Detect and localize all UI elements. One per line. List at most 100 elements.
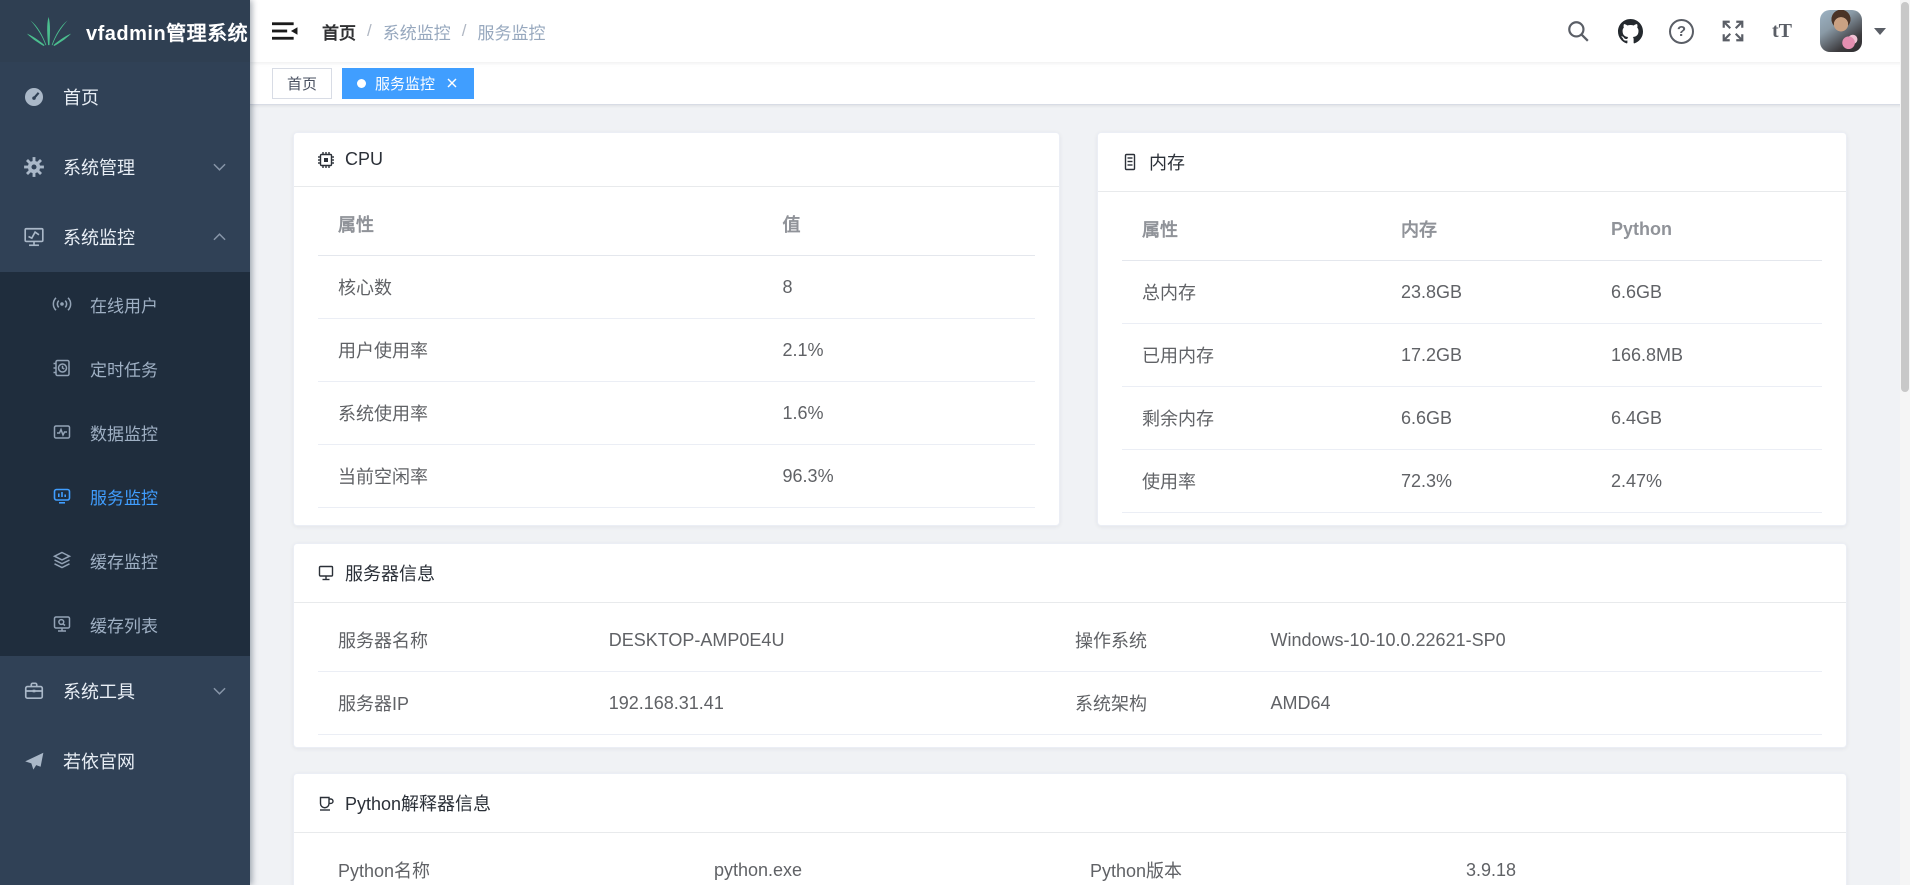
sidebar-item-label: 系统工具 bbox=[63, 678, 135, 704]
navbar-right-tools: ? tT bbox=[1539, 10, 1886, 52]
scrollbar[interactable] bbox=[1900, 0, 1910, 885]
sidebar-item-cache-monitor[interactable]: 缓存监控 bbox=[0, 528, 250, 592]
sidebar-item-online-users[interactable]: 在线用户 bbox=[0, 272, 250, 336]
cell-value: python.exe bbox=[694, 839, 1070, 885]
cell-value: 6.6GB bbox=[1381, 387, 1591, 450]
cell-label: 服务器名称 bbox=[318, 609, 589, 672]
plant-logo-icon bbox=[26, 15, 72, 47]
sidebar-item-label: 系统管理 bbox=[63, 154, 135, 180]
sidebar-item-home[interactable]: 首页 bbox=[0, 62, 250, 132]
cell-value: DESKTOP-AMP0E4U bbox=[589, 609, 1055, 672]
table-row: 用户使用率2.1% bbox=[318, 319, 1035, 382]
server-info-table: 服务器名称 DESKTOP-AMP0E4U 操作系统 Windows-10-10… bbox=[318, 609, 1822, 735]
cpu-card: CPU 属性 值 核心数8 用户使用率2.1% 系 bbox=[293, 132, 1060, 526]
table-row: 剩余内存6.6GB6.4GB bbox=[1122, 387, 1822, 450]
cell-label: 操作系统 bbox=[1055, 609, 1251, 672]
fullscreen-icon[interactable] bbox=[1720, 18, 1746, 44]
scrollbar-thumb[interactable] bbox=[1901, 2, 1909, 392]
briefcase-icon bbox=[23, 680, 45, 702]
search-icon[interactable] bbox=[1565, 18, 1591, 44]
cell-value: 23.8GB bbox=[1381, 261, 1591, 324]
table-row: 已用内存17.2GB166.8MB bbox=[1122, 324, 1822, 387]
app-title: vfadmin管理系统 bbox=[86, 17, 248, 46]
monitor-chart-icon bbox=[23, 226, 45, 248]
memory-list-icon bbox=[1120, 152, 1140, 172]
data-monitor-icon bbox=[52, 422, 72, 442]
sidebar-item-system-monitor[interactable]: 系统监控 bbox=[0, 202, 250, 272]
tab-service-monitor[interactable]: 服务监控 bbox=[342, 68, 474, 99]
column-header: 内存 bbox=[1381, 198, 1591, 261]
table-row: 核心数8 bbox=[318, 256, 1035, 319]
chevron-down-icon bbox=[213, 163, 226, 171]
sidebar-item-label: 在线用户 bbox=[90, 292, 158, 317]
avatar[interactable] bbox=[1820, 10, 1862, 52]
cell-label: 剩余内存 bbox=[1122, 387, 1381, 450]
user-menu[interactable] bbox=[1820, 10, 1886, 52]
sidebar-item-label: 缓存列表 bbox=[90, 612, 158, 637]
tab-label: 首页 bbox=[287, 73, 317, 94]
cache-layers-icon bbox=[52, 550, 72, 570]
help-icon[interactable]: ? bbox=[1669, 19, 1694, 44]
app-logo[interactable]: vfadmin管理系统 bbox=[0, 0, 250, 62]
sidebar-item-system-tools[interactable]: 系统工具 bbox=[0, 656, 250, 726]
table-row: 服务器名称 DESKTOP-AMP0E4U 操作系统 Windows-10-10… bbox=[318, 609, 1822, 672]
cell-value: 2.1% bbox=[763, 319, 1035, 382]
cpu-table: 属性 值 核心数8 用户使用率2.1% 系统使用率1.6% 当前空闲率96.3% bbox=[318, 193, 1035, 508]
sidebar-item-system-management[interactable]: 系统管理 bbox=[0, 132, 250, 202]
server-icon bbox=[316, 563, 336, 583]
active-tab-dot-icon bbox=[357, 79, 366, 88]
cell-label: 系统架构 bbox=[1055, 672, 1251, 735]
chevron-down-icon bbox=[213, 687, 226, 695]
cell-value: 1.6% bbox=[763, 382, 1035, 445]
cell-value: 72.3% bbox=[1381, 450, 1591, 513]
breadcrumb-home[interactable]: 首页 bbox=[322, 19, 356, 44]
cell-label: 使用率 bbox=[1122, 450, 1381, 513]
sidebar-item-ruoyi-site[interactable]: 若依官网 bbox=[0, 726, 250, 796]
sidebar-item-data-monitor[interactable]: 数据监控 bbox=[0, 400, 250, 464]
cell-label: 系统使用率 bbox=[318, 382, 763, 445]
cell-label: Python版本 bbox=[1070, 839, 1446, 885]
sidebar-menu: 首页 系统管理 系统监控 bbox=[0, 62, 250, 796]
server-info-card-header: 服务器信息 bbox=[294, 544, 1846, 603]
breadcrumb-separator: / bbox=[462, 21, 467, 41]
cell-value: 166.8MB bbox=[1591, 324, 1822, 387]
card-title: 服务器信息 bbox=[345, 560, 435, 586]
font-size-icon[interactable]: tT bbox=[1772, 18, 1792, 44]
column-header: 属性 bbox=[318, 193, 763, 256]
sidebar-item-label: 数据监控 bbox=[90, 420, 158, 445]
tab-home[interactable]: 首页 bbox=[272, 68, 332, 99]
cell-value: AMD64 bbox=[1250, 672, 1822, 735]
breadcrumb-service-monitor: 服务监控 bbox=[477, 19, 545, 44]
caret-down-icon bbox=[1874, 28, 1886, 35]
cell-label: 核心数 bbox=[318, 256, 763, 319]
page-content: CPU 属性 值 核心数8 用户使用率2.1% 系 bbox=[250, 105, 1910, 885]
sidebar-collapse-icon[interactable] bbox=[272, 20, 298, 42]
close-icon[interactable] bbox=[444, 76, 459, 91]
help-glyph: ? bbox=[1677, 21, 1686, 42]
sidebar-item-scheduled-tasks[interactable]: 定时任务 bbox=[0, 336, 250, 400]
breadcrumb-separator: / bbox=[367, 21, 372, 41]
online-signal-icon bbox=[52, 294, 72, 314]
cup-icon bbox=[316, 793, 336, 813]
chevron-up-icon bbox=[213, 233, 226, 241]
cell-value: 3.9.18 bbox=[1446, 839, 1822, 885]
table-row: 总内存23.8GB6.6GB bbox=[1122, 261, 1822, 324]
python-info-card: Python解释器信息 Python名称 python.exe Python版本… bbox=[293, 773, 1847, 885]
gear-icon bbox=[23, 156, 45, 178]
cell-value: 6.6GB bbox=[1591, 261, 1822, 324]
server-monitor-icon bbox=[52, 486, 72, 506]
cell-value: 192.168.31.41 bbox=[589, 672, 1055, 735]
breadcrumb-system-monitor: 系统监控 bbox=[383, 19, 451, 44]
memory-card-header: 内存 bbox=[1098, 133, 1846, 192]
scheduled-task-icon bbox=[52, 358, 72, 378]
system-monitor-submenu: 在线用户 定时任务 数据监控 bbox=[0, 272, 250, 656]
sidebar-item-cache-list[interactable]: 缓存列表 bbox=[0, 592, 250, 656]
python-info-card-header: Python解释器信息 bbox=[294, 774, 1846, 833]
card-title: CPU bbox=[345, 149, 383, 170]
github-icon[interactable] bbox=[1617, 18, 1643, 44]
sidebar-item-label: 首页 bbox=[63, 84, 99, 110]
server-info-card: 服务器信息 服务器名称 DESKTOP-AMP0E4U 操作系统 Windows… bbox=[293, 543, 1847, 748]
sidebar-item-service-monitor[interactable]: 服务监控 bbox=[0, 464, 250, 528]
sidebar: vfadmin管理系统 首页 系统管理 bbox=[0, 0, 250, 885]
app-root: vfadmin管理系统 首页 系统管理 bbox=[0, 0, 1910, 885]
